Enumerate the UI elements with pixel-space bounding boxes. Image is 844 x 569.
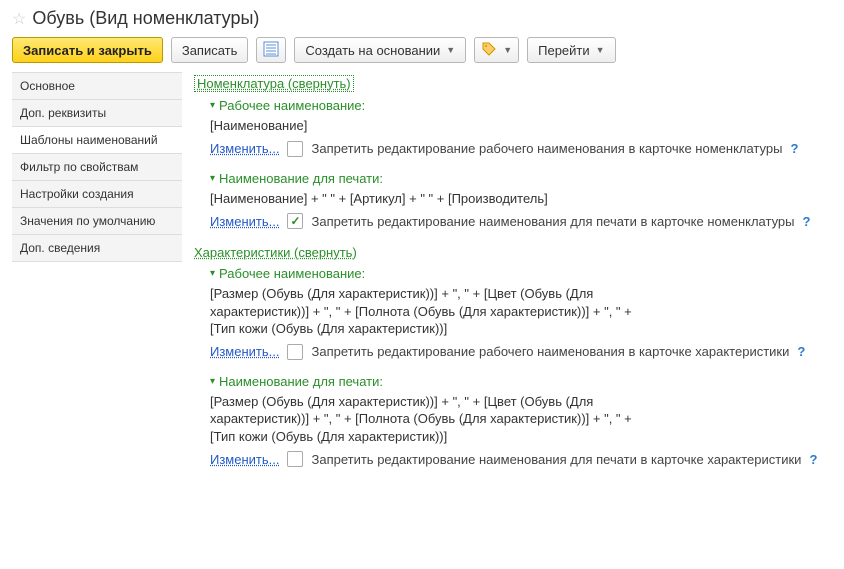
nomen-work-head: ▾ Рабочее наименование: (210, 98, 828, 113)
char-work-actions: Изменить... Запретить редактирование раб… (210, 344, 828, 360)
tag-icon (481, 41, 497, 60)
help-icon[interactable]: ? (809, 452, 817, 467)
char-work-head: ▾ Рабочее наименование: (210, 266, 828, 281)
list-icon (263, 41, 279, 60)
page-root: ☆ Обувь (Вид номенклатуры) Записать и за… (0, 0, 844, 569)
content: Номенклатура (свернуть) ▾ Рабочее наимен… (190, 73, 832, 481)
char-work-lock-checkbox[interactable] (287, 344, 303, 360)
write-and-close-button[interactable]: Записать и закрыть (12, 37, 163, 63)
help-icon[interactable]: ? (790, 141, 798, 156)
toolbar: Записать и закрыть Записать Создать на о… (12, 37, 832, 63)
write-button[interactable]: Записать (171, 37, 249, 63)
char-print-actions: Изменить... Запретить редактирование наи… (210, 451, 828, 467)
section-nomen-toggle[interactable]: Номенклатура (свернуть) (194, 75, 354, 92)
char-print-edit-link[interactable]: Изменить... (210, 452, 279, 467)
side-tabs: Основное Доп. реквизиты Шаблоны наименов… (12, 73, 182, 481)
title-row: ☆ Обувь (Вид номенклатуры) (12, 8, 832, 29)
body: Основное Доп. реквизиты Шаблоны наименов… (12, 73, 832, 481)
nomen-print-head-label: Наименование для печати: (219, 171, 383, 186)
page-title: Обувь (Вид номенклатуры) (32, 8, 259, 29)
tab-creation-settings[interactable]: Настройки создания (12, 180, 182, 208)
create-from-label: Создать на основании (305, 43, 440, 58)
nomen-work-formula: [Наименование] (210, 117, 650, 135)
char-print-lock-label: Запретить редактирование наименования дл… (311, 452, 801, 467)
chevron-down-icon: ▾ (210, 173, 215, 184)
nomen-print-lock-checkbox[interactable] (287, 213, 303, 229)
section-char-toggle[interactable]: Характеристики (свернуть) (194, 245, 357, 260)
create-from-button[interactable]: Создать на основании ▼ (294, 37, 466, 63)
char-work-block: ▾ Рабочее наименование: [Размер (Обувь (… (210, 266, 828, 360)
nomen-work-edit-link[interactable]: Изменить... (210, 141, 279, 156)
nomen-work-actions: Изменить... Запретить редактирование раб… (210, 141, 828, 157)
nomen-work-block: ▾ Рабочее наименование: [Наименование] И… (210, 98, 828, 157)
chevron-down-icon: ▼ (446, 45, 455, 55)
nomen-print-lock-label: Запретить редактирование наименования дл… (311, 214, 794, 229)
nomen-print-edit-link[interactable]: Изменить... (210, 214, 279, 229)
char-print-lock-checkbox[interactable] (287, 451, 303, 467)
tab-prop-filter[interactable]: Фильтр по свойствам (12, 153, 182, 181)
nomen-work-lock-label: Запретить редактирование рабочего наимен… (311, 141, 782, 156)
char-print-block: ▾ Наименование для печати: [Размер (Обув… (210, 374, 828, 468)
chevron-down-icon: ▾ (210, 376, 215, 387)
nomen-print-formula: [Наименование] + " " + [Артикул] + " " +… (210, 190, 650, 208)
tab-dop-info[interactable]: Доп. сведения (12, 234, 182, 262)
tag-icon-button[interactable]: ▼ (474, 37, 519, 63)
nomen-print-head: ▾ Наименование для печати: (210, 171, 828, 186)
char-print-head: ▾ Наименование для печати: (210, 374, 828, 389)
chevron-down-icon: ▼ (596, 45, 605, 55)
star-icon[interactable]: ☆ (12, 9, 26, 29)
help-icon[interactable]: ? (797, 344, 805, 359)
tab-dop-props[interactable]: Доп. реквизиты (12, 99, 182, 127)
tab-main[interactable]: Основное (12, 72, 182, 100)
char-work-lock-label: Запретить редактирование рабочего наимен… (311, 344, 789, 359)
chevron-down-icon: ▾ (210, 268, 215, 279)
char-work-head-label: Рабочее наименование: (219, 266, 365, 281)
nomen-print-actions: Изменить... Запретить редактирование наи… (210, 213, 828, 229)
go-label: Перейти (538, 43, 590, 58)
chevron-down-icon: ▼ (503, 45, 512, 55)
help-icon[interactable]: ? (803, 214, 811, 229)
tab-naming-templates[interactable]: Шаблоны наименований (12, 126, 182, 154)
char-work-formula: [Размер (Обувь (Для характеристик))] + "… (210, 285, 650, 338)
nomen-work-lock-checkbox[interactable] (287, 141, 303, 157)
tab-default-values[interactable]: Значения по умолчанию (12, 207, 182, 235)
nomen-print-block: ▾ Наименование для печати: [Наименование… (210, 171, 828, 230)
go-button[interactable]: Перейти ▼ (527, 37, 615, 63)
nomen-work-head-label: Рабочее наименование: (219, 98, 365, 113)
list-icon-button[interactable] (256, 37, 286, 63)
char-work-edit-link[interactable]: Изменить... (210, 344, 279, 359)
chevron-down-icon: ▾ (210, 100, 215, 111)
char-print-formula: [Размер (Обувь (Для характеристик))] + "… (210, 393, 650, 446)
char-print-head-label: Наименование для печати: (219, 374, 383, 389)
